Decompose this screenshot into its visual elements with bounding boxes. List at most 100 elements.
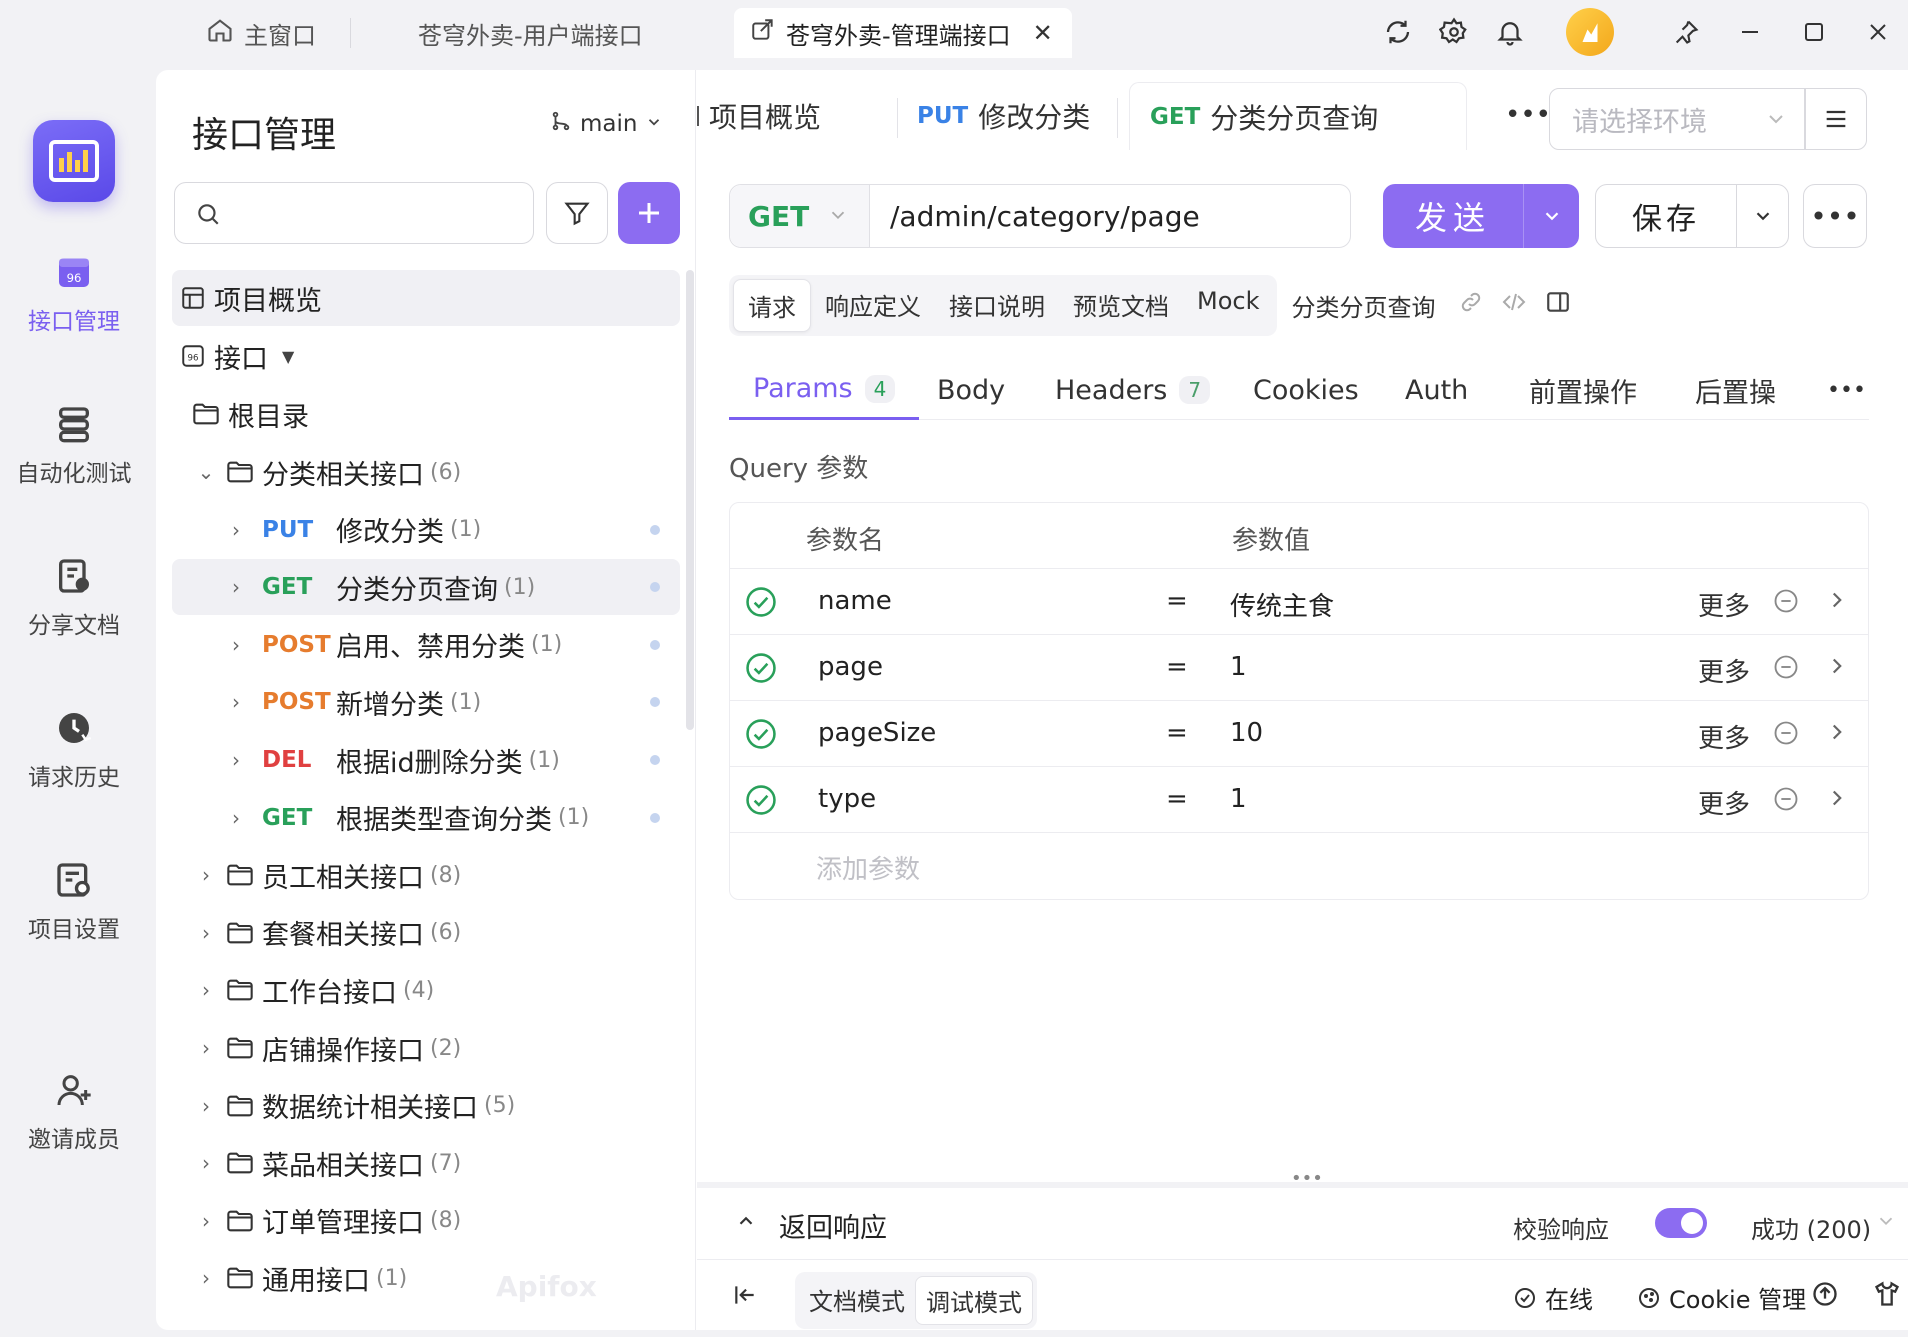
tree-folder[interactable]: › 套餐相关接口 (6) xyxy=(172,905,680,961)
ptab-post-processors[interactable]: 后置操 xyxy=(1695,360,1776,420)
ptab-headers[interactable]: Headers 7 xyxy=(1055,360,1211,420)
window-close-icon[interactable] xyxy=(1860,14,1896,50)
more-actions-button[interactable]: ••• xyxy=(1803,184,1867,248)
rail-item-invite-members[interactable]: 邀请成员 xyxy=(0,1070,148,1154)
chevron-down-icon[interactable] xyxy=(1875,1210,1897,1238)
bell-icon[interactable] xyxy=(1492,14,1528,50)
tree-api-item[interactable]: › DEL 根据id删除分类 (1) xyxy=(172,732,680,788)
param-value[interactable]: 1 xyxy=(1230,652,1247,682)
param-value[interactable]: 10 xyxy=(1230,718,1263,748)
tree-folder[interactable]: ⌄ 分类相关接口 (6) xyxy=(172,444,680,500)
chevron-right-icon[interactable] xyxy=(1824,719,1850,752)
api-name[interactable]: 分类分页查询 xyxy=(1277,280,1449,331)
more-tabs-icon[interactable]: ••• xyxy=(1505,100,1551,130)
project-overview-item[interactable]: 项目概览 xyxy=(172,270,680,326)
remove-icon[interactable] xyxy=(1772,587,1800,622)
more-link[interactable]: 更多 xyxy=(1698,784,1750,821)
maximize-icon[interactable] xyxy=(1796,14,1832,50)
enabled-checkbox[interactable] xyxy=(744,651,778,692)
chevron-right-icon[interactable]: › xyxy=(226,633,246,657)
tree-api-item[interactable]: › GET 根据类型查询分类 (1) xyxy=(172,790,680,846)
chevron-down-icon[interactable]: ⌄ xyxy=(196,460,216,484)
more-tabs-icon[interactable]: ••• xyxy=(1827,360,1866,420)
param-name[interactable]: name xyxy=(818,586,892,616)
add-button[interactable] xyxy=(618,182,680,244)
ptab-body[interactable]: Body xyxy=(937,360,1005,420)
ptab-params[interactable]: Params 4 xyxy=(729,360,920,420)
enabled-checkbox[interactable] xyxy=(744,585,778,626)
menu-button[interactable] xyxy=(1805,88,1867,150)
avatar[interactable] xyxy=(1566,8,1614,56)
chevron-right-icon[interactable]: › xyxy=(196,1266,216,1290)
enabled-checkbox[interactable] xyxy=(744,717,778,758)
shirt-icon[interactable] xyxy=(1873,1280,1901,1314)
response-status[interactable]: 成功 (200) xyxy=(1751,1210,1871,1245)
tree-folder[interactable]: › 菜品相关接口 (7) xyxy=(172,1135,680,1191)
code-icon[interactable] xyxy=(1501,290,1527,320)
mode-docs[interactable]: 文档模式 xyxy=(799,1276,915,1325)
chevron-right-icon[interactable]: › xyxy=(226,806,246,830)
save-button[interactable]: 保存 xyxy=(1595,184,1789,248)
split-panel-icon[interactable] xyxy=(1545,289,1571,321)
more-link[interactable]: 更多 xyxy=(1698,718,1750,755)
tab-user-api[interactable]: 苍穹外卖-用户端接口 xyxy=(402,8,659,58)
more-link[interactable]: 更多 xyxy=(1698,652,1750,689)
chevron-right-icon[interactable]: › xyxy=(196,863,216,887)
rail-item-request-history[interactable]: 请求历史 xyxy=(0,708,148,792)
chevron-right-icon[interactable]: › xyxy=(196,1094,216,1118)
chevron-right-icon[interactable]: › xyxy=(196,1209,216,1233)
cookie-management[interactable]: Cookie 管理 xyxy=(1637,1280,1806,1315)
branch-selector[interactable]: main xyxy=(550,110,663,138)
send-dropdown[interactable] xyxy=(1523,184,1579,248)
root-folder[interactable]: 根目录 xyxy=(172,386,680,442)
rail-item-project-settings[interactable]: 项目设置 xyxy=(0,860,148,944)
minimize-icon[interactable] xyxy=(1732,14,1768,50)
editor-tab-put-category[interactable]: PUT 修改分类 xyxy=(917,82,1090,150)
upload-icon[interactable] xyxy=(1811,1280,1839,1314)
add-param-input[interactable]: 添加参数 xyxy=(816,849,920,886)
editor-tab-overview[interactable]: 项目概览 xyxy=(697,82,821,150)
environment-select[interactable]: 请选择环境 xyxy=(1549,88,1805,150)
more-link[interactable]: 更多 xyxy=(1698,586,1750,623)
editor-tab-get-category-page[interactable]: GET 分类分页查询 xyxy=(1129,82,1467,150)
tree-api-item[interactable]: › GET 分类分页查询 (1) xyxy=(172,559,680,616)
tree-folder[interactable]: › 订单管理接口 (8) xyxy=(172,1193,680,1249)
subtab-preview-docs[interactable]: 预览文档 xyxy=(1059,279,1183,332)
chevron-right-icon[interactable]: › xyxy=(226,575,246,599)
send-button[interactable]: 发送 xyxy=(1383,184,1579,248)
param-value[interactable]: 传统主食 xyxy=(1230,586,1334,623)
param-name[interactable]: type xyxy=(818,784,876,814)
chevron-right-icon[interactable] xyxy=(1824,653,1850,686)
remove-icon[interactable] xyxy=(1772,653,1800,688)
rail-item-automation-test[interactable]: 自动化测试 xyxy=(0,404,148,488)
chevron-right-icon[interactable]: › xyxy=(226,690,246,714)
ptab-auth[interactable]: Auth xyxy=(1405,360,1468,420)
tree-folder[interactable]: › 工作台接口 (4) xyxy=(172,962,680,1018)
param-value[interactable]: 1 xyxy=(1230,784,1247,814)
remove-icon[interactable] xyxy=(1772,719,1800,754)
chevron-right-icon[interactable]: › xyxy=(226,518,246,542)
tree-folder[interactable]: › 通用接口 (1) xyxy=(172,1250,680,1306)
subtab-mock[interactable]: Mock xyxy=(1183,279,1273,332)
tree-api-item[interactable]: › POST 新增分类 (1) xyxy=(172,674,680,730)
collapse-left-icon[interactable] xyxy=(731,1282,759,1314)
close-icon[interactable]: ✕ xyxy=(1033,19,1053,47)
link-icon[interactable] xyxy=(1459,290,1483,320)
filter-button[interactable] xyxy=(546,182,608,244)
subtab-request[interactable]: 请求 xyxy=(733,278,811,332)
chevron-right-icon[interactable]: › xyxy=(196,1036,216,1060)
url-input[interactable]: /admin/category/page xyxy=(870,200,1200,233)
rail-item-api-management[interactable]: 96 接口管理 xyxy=(0,252,148,336)
method-select[interactable]: GET xyxy=(730,185,870,247)
tab-admin-api[interactable]: 苍穹外卖-管理端接口 ✕ xyxy=(734,8,1072,58)
chevron-right-icon[interactable]: › xyxy=(196,1151,216,1175)
chevron-right-icon[interactable]: › xyxy=(226,748,246,772)
mode-debug[interactable]: 调试模式 xyxy=(915,1276,1033,1325)
chevron-right-icon[interactable] xyxy=(1824,785,1850,818)
search-input[interactable] xyxy=(174,182,534,244)
gear-icon[interactable] xyxy=(1436,14,1472,50)
tree-folder[interactable]: › 数据统计相关接口 (5) xyxy=(172,1078,680,1134)
tree-folder[interactable]: › 员工相关接口 (8) xyxy=(172,847,680,903)
remove-icon[interactable] xyxy=(1772,785,1800,820)
interfaces-section[interactable]: 96 接口 ▼ xyxy=(172,328,680,384)
